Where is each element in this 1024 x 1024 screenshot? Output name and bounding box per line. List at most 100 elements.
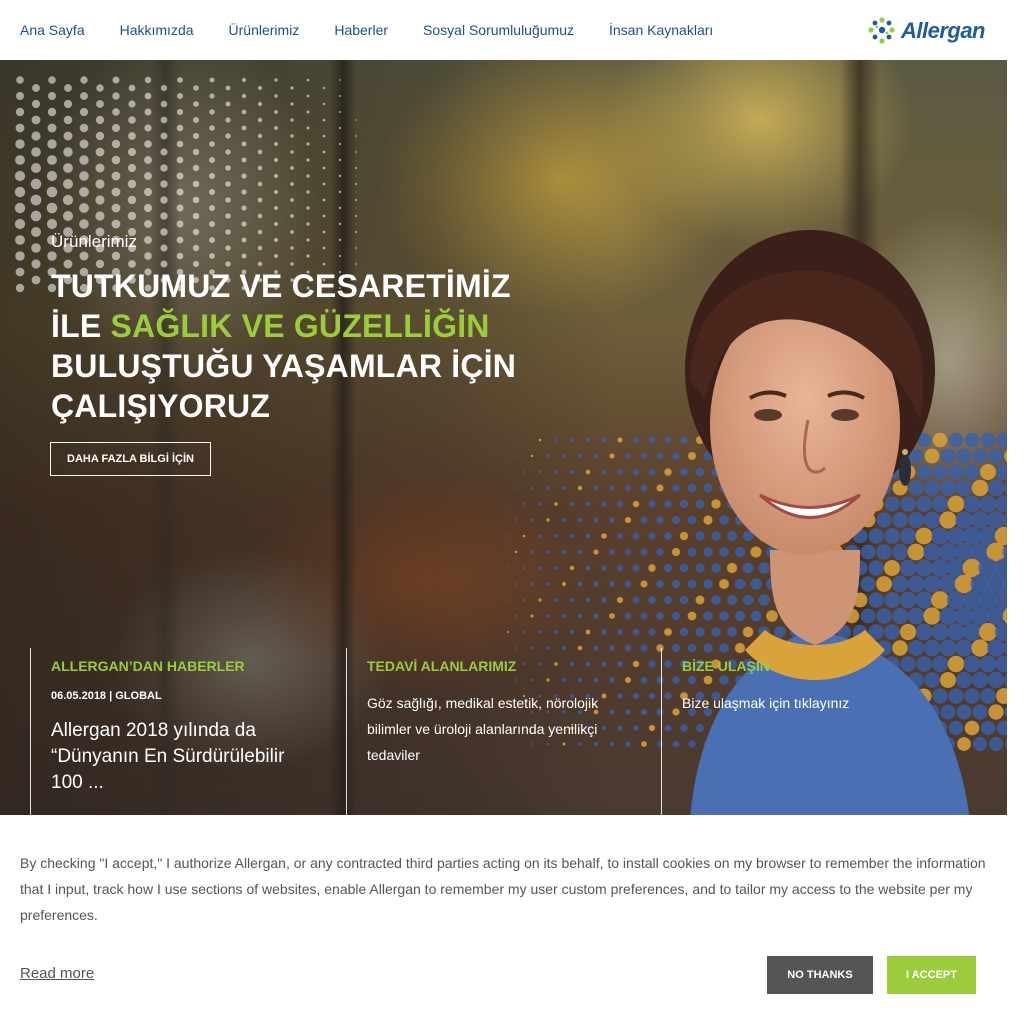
nav-item-human-resources[interactable]: İnsan Kaynakları — [609, 22, 713, 38]
halftone-dot — [225, 149, 231, 155]
halftone-dot — [632, 628, 640, 636]
no-thanks-button[interactable]: NO THANKS — [767, 956, 873, 994]
halftone-dot — [144, 140, 152, 148]
halftone-dot — [306, 142, 310, 146]
halftone-dot — [569, 501, 575, 507]
brand-logo[interactable]: Allergan — [865, 14, 986, 48]
halftone-dot — [593, 517, 599, 523]
halftone-dot — [522, 566, 526, 570]
halftone-dot — [987, 479, 1005, 497]
halftone-dot — [593, 581, 599, 587]
halftone-dot — [507, 535, 509, 537]
news-heading[interactable]: ALLERGAN’DAN HABERLER — [51, 658, 346, 674]
nav-item-social-responsibility[interactable]: Sosyal Sorumluluğumuz — [423, 22, 574, 38]
halftone-dot — [257, 213, 263, 219]
halftone-dot — [546, 614, 550, 618]
contact-link[interactable]: Bize ulaşmak için tıklayınız — [682, 690, 952, 716]
halftone-dot — [290, 102, 294, 106]
halftone-dot — [241, 173, 247, 179]
news-meta: 06.05.2018 | GLOBAL — [51, 690, 162, 702]
treatment-areas-heading[interactable]: TEDAVİ ALANLARIMIZ — [367, 658, 661, 674]
halftone-dot — [63, 131, 73, 141]
halftone-dot — [30, 210, 42, 222]
halftone-dot — [978, 526, 998, 546]
contact-heading[interactable]: BİZE ULAŞIN — [682, 658, 991, 674]
hero-title-line-3: BULUŞTUĞU YAŞAMLAR İÇİN — [51, 348, 517, 384]
halftone-dot — [225, 101, 231, 107]
halftone-dot — [569, 629, 575, 635]
halftone-dot — [994, 622, 1007, 642]
halftone-dot — [80, 76, 88, 84]
halftone-dot — [258, 86, 262, 90]
halftone-dot — [176, 124, 184, 132]
halftone-dot — [617, 437, 623, 443]
halftone-dot — [193, 101, 199, 107]
allergan-logo-icon — [868, 17, 895, 44]
halftone-dot — [62, 194, 74, 206]
page-scrollbar-track[interactable] — [1007, 60, 1024, 815]
halftone-dot — [355, 151, 357, 153]
halftone-dot — [506, 566, 510, 570]
halftone-dot — [31, 99, 41, 109]
halftone-dot — [176, 140, 184, 148]
halftone-dot — [225, 117, 231, 123]
halftone-dot — [290, 214, 294, 218]
halftone-dot — [176, 204, 184, 212]
halftone-dot — [96, 84, 104, 92]
more-info-button[interactable]: DAHA FAZLA BİLGİ İÇİN — [50, 442, 211, 476]
halftone-dot — [593, 549, 599, 555]
accept-button[interactable]: I ACCEPT — [887, 956, 976, 994]
halftone-dot — [538, 598, 542, 602]
halftone-dot — [290, 118, 294, 122]
halftone-dot — [15, 155, 25, 165]
halftone-dot — [338, 158, 342, 162]
halftone-dot — [616, 564, 624, 572]
halftone-dot — [144, 204, 152, 212]
news-headline-link[interactable]: Allergan 2018 yılında da “Dünyanın En Sü… — [51, 718, 311, 796]
halftone-dot — [530, 614, 534, 618]
halftone-dot — [144, 156, 152, 164]
hero-title-line-1: TUTKUMUZ VE CESARETİMİZ — [51, 268, 511, 304]
halftone-dot — [111, 139, 121, 149]
halftone-dot — [601, 437, 607, 443]
halftone-dot — [209, 221, 215, 227]
halftone-dot — [160, 212, 168, 220]
halftone-dot — [209, 93, 215, 99]
halftone-dot — [530, 454, 534, 458]
halftone-dot — [609, 485, 615, 491]
nav-item-about[interactable]: Hakkımızda — [120, 22, 194, 38]
cookie-read-more-link[interactable]: Read more — [20, 965, 94, 982]
hero-eyebrow: Ürünlerimiz — [51, 232, 137, 251]
halftone-dot — [274, 110, 278, 114]
halftone-dot — [111, 203, 121, 213]
halftone-dot — [593, 453, 599, 459]
hero-title-line-2a: İLE — [51, 308, 111, 344]
halftone-dot — [31, 115, 41, 125]
halftone-dot — [14, 218, 26, 230]
halftone-dot — [980, 464, 996, 480]
halftone-dot — [554, 438, 558, 442]
halftone-dot — [274, 126, 278, 130]
halftone-dot — [530, 550, 534, 554]
halftone-dot — [322, 134, 326, 138]
halftone-dot — [577, 613, 583, 619]
nav-item-products[interactable]: Ürünlerimiz — [229, 22, 300, 38]
halftone-dot — [306, 174, 310, 178]
halftone-dot — [640, 516, 648, 524]
halftone-dot — [176, 108, 184, 116]
nav-item-news[interactable]: Haberler — [334, 22, 388, 38]
halftone-dot — [16, 92, 24, 100]
halftone-dot — [63, 99, 73, 109]
halftone-dot — [989, 737, 1003, 751]
halftone-dot — [338, 222, 342, 226]
halftone-dot — [47, 123, 57, 133]
halftone-dot — [632, 500, 640, 508]
halftone-dot — [209, 173, 215, 179]
halftone-dot — [192, 212, 200, 220]
nav-item-home[interactable]: Ana Sayfa — [20, 22, 85, 38]
halftone-dot — [112, 92, 120, 100]
halftone-dot — [46, 170, 58, 182]
halftone-dot — [274, 78, 278, 82]
halftone-dot — [554, 566, 558, 570]
halftone-dot — [257, 197, 263, 203]
